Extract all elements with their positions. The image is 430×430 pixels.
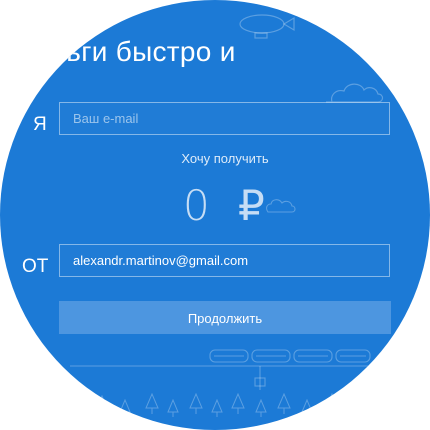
tree-icon	[95, 392, 361, 417]
ruble-icon: ₽	[238, 181, 265, 230]
airship-icon	[239, 14, 295, 39]
from-label: ОТ	[22, 256, 49, 277]
email-input[interactable]	[59, 102, 390, 135]
train-icon	[70, 349, 380, 390]
continue-button[interactable]: Продолжить	[59, 301, 391, 334]
name-label: Я	[33, 114, 47, 135]
amount-value[interactable]: 0	[183, 181, 210, 230]
headline: ить деньги быстро и	[0, 36, 236, 67]
want-label: Хочу получить	[181, 151, 269, 166]
round-viewport: ить деньги быстро и Я Хочу получить 0 ₽ …	[0, 0, 430, 430]
from-email-input[interactable]	[59, 244, 390, 277]
cloud-icon	[266, 199, 296, 213]
cloud-icon	[326, 83, 384, 103]
